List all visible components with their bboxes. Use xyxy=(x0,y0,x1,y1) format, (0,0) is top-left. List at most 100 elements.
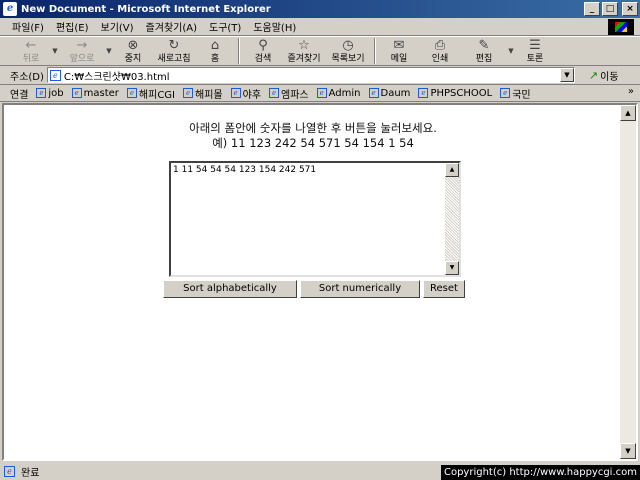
mail-icon: ✉ xyxy=(393,38,405,53)
link-item[interactable]: e 해피몰 xyxy=(183,86,223,101)
numbers-textarea[interactable]: 1 11 54 54 54 123 154 242 571 ▲ ▼ xyxy=(169,161,461,277)
link-label: Daum xyxy=(380,87,411,99)
link-label: PHPSCHOOL xyxy=(430,87,493,99)
discuss-label: 토론 xyxy=(526,54,544,64)
forward-button[interactable]: → 앞으로 xyxy=(60,37,104,65)
link-label: 해피CGI xyxy=(138,89,176,101)
link-page-icon: e xyxy=(183,88,194,98)
link-page-icon: e xyxy=(368,88,379,98)
sort-alphabetically-button[interactable]: Sort alphabetically xyxy=(163,280,297,298)
link-item[interactable]: e 엠파스 xyxy=(269,86,309,101)
link-item[interactable]: e Daum xyxy=(368,87,411,99)
page-scrollbar[interactable]: ▲ ▼ xyxy=(620,105,636,459)
link-item[interactable]: e job xyxy=(36,87,64,99)
menu-tools[interactable]: 도구(T) xyxy=(203,19,247,34)
go-label: 이동 xyxy=(600,71,619,83)
minimize-button[interactable]: _ xyxy=(584,2,600,16)
link-page-icon: e xyxy=(500,88,511,98)
back-label: 뒤로 xyxy=(22,54,40,64)
scroll-down-arrow-icon[interactable]: ▼ xyxy=(620,443,636,459)
link-label: 국민 xyxy=(512,89,531,101)
link-page-icon: e xyxy=(418,88,429,98)
links-bar: 연결 e job e master e 해피CGI e 해피몰 e 야후 e 엠파스 e Ad… xyxy=(0,85,640,102)
favorites-icon: ☆ xyxy=(298,38,310,53)
stop-button[interactable]: ⊗ 중지 xyxy=(114,37,152,65)
history-button[interactable]: ◷ 목록보기 xyxy=(326,37,370,65)
link-label: Admin xyxy=(328,87,361,99)
instruction-line-1: 아래의 폼안에 숫자를 나열한 후 버튼을 눌러보세요. xyxy=(189,121,437,135)
refresh-button[interactable]: ↻ 새로고침 xyxy=(152,37,196,65)
search-label: 검색 xyxy=(254,54,272,64)
link-page-icon: e xyxy=(71,88,82,98)
toolbar-separator xyxy=(374,38,376,64)
forward-dropdown-icon[interactable]: ▼ xyxy=(104,47,114,55)
address-label: 주소(D) xyxy=(10,71,44,83)
textarea-value: 1 11 54 54 54 123 154 242 571 xyxy=(173,165,317,175)
back-dropdown-icon[interactable]: ▼ xyxy=(50,47,60,55)
reset-button[interactable]: Reset xyxy=(423,280,465,298)
mail-button[interactable]: ✉ 메일 xyxy=(380,37,418,65)
print-button[interactable]: ⎙ 인쇄 xyxy=(418,37,462,65)
link-page-icon: e xyxy=(36,88,47,98)
back-button[interactable]: ← 뒤로 xyxy=(12,37,50,65)
edit-button[interactable]: ✎ 편집 xyxy=(462,37,506,65)
mail-label: 메일 xyxy=(390,54,408,64)
scroll-up-arrow-icon[interactable]: ▲ xyxy=(620,105,636,121)
menu-file[interactable]: 파일(F) xyxy=(6,19,50,34)
favorites-label: 즐겨찾기 xyxy=(287,54,321,64)
address-dropdown-button[interactable]: ▼ xyxy=(559,68,574,82)
refresh-icon: ↻ xyxy=(168,38,180,53)
back-arrow-icon: ← xyxy=(25,38,37,53)
search-button[interactable]: ⚲ 검색 xyxy=(244,37,282,65)
windows-logo-icon xyxy=(608,19,634,35)
print-label: 인쇄 xyxy=(431,54,449,64)
stop-icon: ⊗ xyxy=(127,38,139,53)
search-icon: ⚲ xyxy=(258,38,268,53)
go-button[interactable]: ↗ 이동 xyxy=(589,68,619,83)
favorites-button[interactable]: ☆ 즐겨찾기 xyxy=(282,37,326,65)
refresh-label: 새로고침 xyxy=(157,54,191,64)
page-done-icon: e xyxy=(4,465,15,477)
forward-arrow-icon: → xyxy=(76,38,88,53)
instruction-example: 예) 11 123 242 54 571 54 154 1 54 xyxy=(212,136,414,150)
close-button[interactable]: × xyxy=(622,2,638,16)
link-label: 야후 xyxy=(242,89,262,101)
link-item[interactable]: e 해피CGI xyxy=(126,86,176,101)
link-page-icon: e xyxy=(126,88,137,98)
address-input[interactable]: e C:₩스크린샷₩03.html ▼ xyxy=(46,67,575,83)
history-icon: ◷ xyxy=(342,38,354,53)
link-item[interactable]: e 야후 xyxy=(230,86,262,101)
menu-view[interactable]: 보기(V) xyxy=(95,19,140,34)
link-page-icon: e xyxy=(230,88,241,98)
discuss-button[interactable]: ☰ 토론 xyxy=(516,37,554,65)
page-viewport: 아래의 폼안에 숫자를 나열한 후 버튼을 눌러보세요. 예) 11 123 2… xyxy=(2,103,638,461)
ie-logo-icon: e xyxy=(3,2,17,16)
link-item[interactable]: e Admin xyxy=(316,87,361,99)
link-page-icon: e xyxy=(316,88,327,98)
copyright-banner: Copyright(c) http://www.happycgi.com xyxy=(440,465,640,480)
links-more-chevron-icon[interactable]: » xyxy=(628,86,634,97)
toolbar-separator xyxy=(238,38,240,64)
printer-icon: ⎙ xyxy=(434,38,446,53)
scroll-down-arrow-icon[interactable]: ▼ xyxy=(445,261,459,275)
edit-dropdown-icon[interactable]: ▼ xyxy=(506,47,516,55)
link-item[interactable]: e 국민 xyxy=(500,86,531,101)
window-title: New Document - Microsoft Internet Explor… xyxy=(21,3,271,15)
menu-favorites[interactable]: 즐겨찾기(A) xyxy=(140,19,203,34)
menu-bar: 파일(F) 편집(E) 보기(V) 즐겨찾기(A) 도구(T) 도움말(H) xyxy=(0,18,640,36)
link-label: 해피몰 xyxy=(195,89,223,101)
sort-numerically-button[interactable]: Sort numerically xyxy=(300,280,420,298)
title-bar: e New Document - Microsoft Internet Expl… xyxy=(0,0,640,18)
link-label: job xyxy=(48,87,64,99)
scroll-up-arrow-icon[interactable]: ▲ xyxy=(445,163,459,177)
address-value: C:₩스크린샷₩03.html xyxy=(63,71,170,83)
link-item[interactable]: e master xyxy=(71,88,119,99)
stop-label: 중지 xyxy=(124,54,142,64)
link-item[interactable]: e PHPSCHOOL xyxy=(418,88,492,99)
menu-edit[interactable]: 편집(E) xyxy=(50,19,95,34)
home-button[interactable]: ⌂ 홈 xyxy=(196,37,234,65)
maximize-button[interactable]: □ xyxy=(602,2,618,16)
menu-help[interactable]: 도움말(H) xyxy=(247,19,302,34)
textarea-scrollbar[interactable]: ▲ ▼ xyxy=(445,163,459,275)
status-text: 완료 xyxy=(21,467,40,479)
